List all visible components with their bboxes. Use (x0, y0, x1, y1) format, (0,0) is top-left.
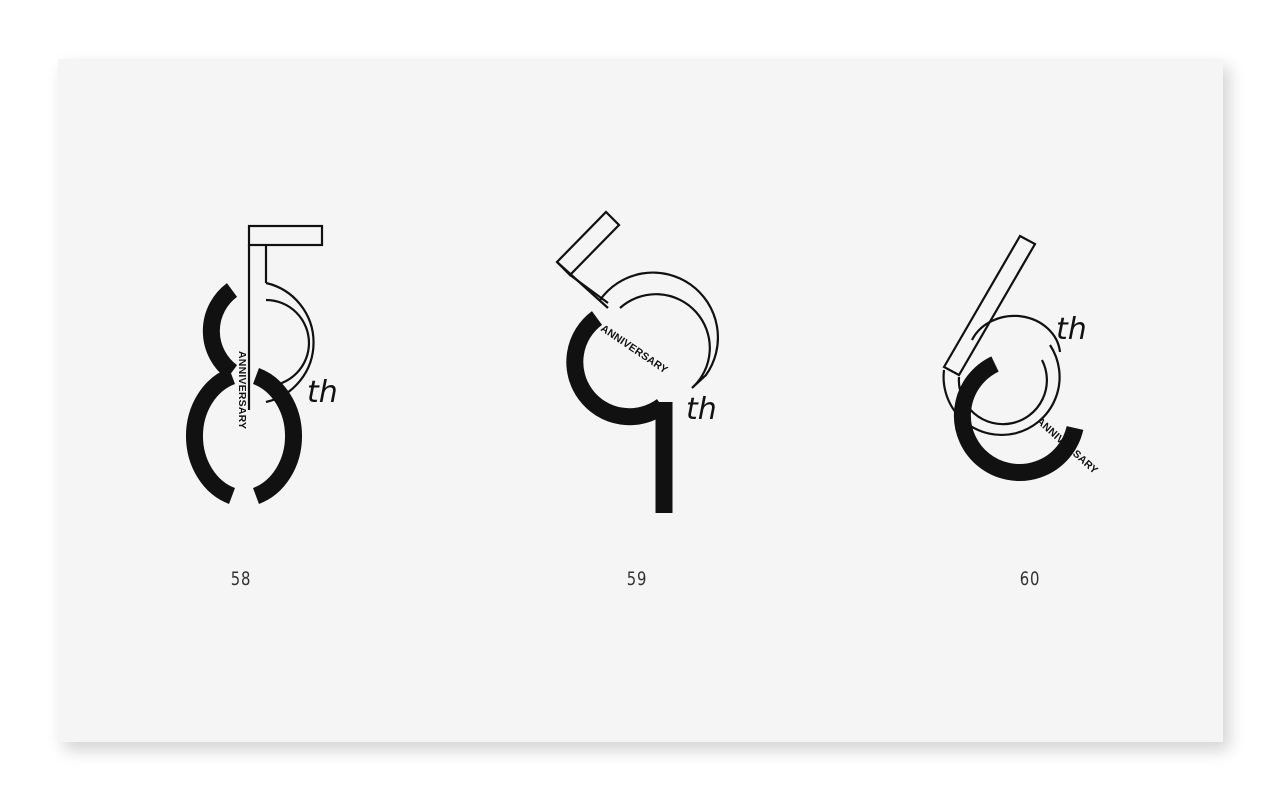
logo-60-graphic: ANNIVERSARY th (942, 234, 1100, 481)
logo-60-caption: 60 (1019, 568, 1041, 590)
logo-59-caption: 59 (626, 568, 648, 590)
page: ANNIVERSARY th ANNIVERSARY th ANNIVERSAR… (0, 0, 1280, 800)
logo-60: ANNIVERSARY th (0, 0, 1280, 800)
digit-6-stroke (942, 234, 1037, 377)
logo-58-caption: 58 (230, 568, 252, 590)
logo-60-suffix: th (1056, 312, 1087, 347)
digit-6-loop-top (971, 314, 1062, 353)
